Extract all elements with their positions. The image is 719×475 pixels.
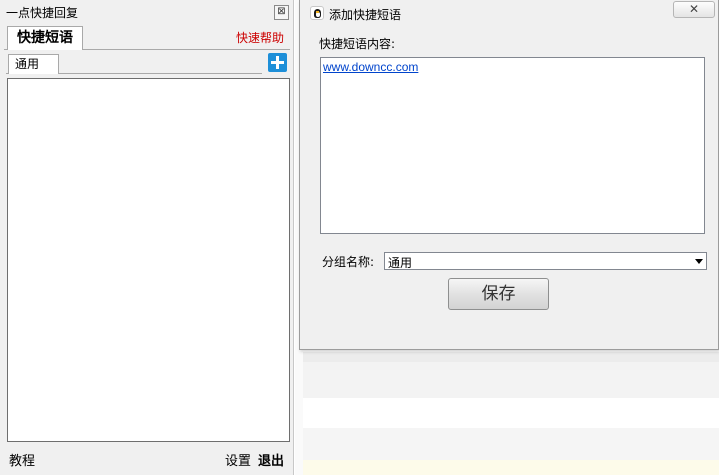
chevron-down-icon (695, 259, 703, 264)
add-phrase-dialog: 添加快捷短语 ✕ 快捷短语内容: www.downcc.com 分组名称: 通用… (299, 0, 719, 350)
tab-quick-phrases[interactable]: 快捷短语 (7, 26, 83, 50)
settings-link[interactable]: 设置 (225, 450, 251, 469)
tab-general-group[interactable]: 通用 (8, 54, 59, 74)
quick-reply-window: 一点快捷回复 ⊠ 快捷短语 快速帮助 通用 教程 设置 退出 (0, 0, 294, 475)
background-stripe (303, 398, 719, 428)
content-label: 快捷短语内容: (319, 37, 396, 51)
group-name-label: 分组名称: (322, 255, 375, 269)
background-stripe (303, 352, 719, 362)
dialog-close-button[interactable]: ✕ (673, 1, 715, 18)
phrase-content-textarea[interactable]: www.downcc.com (320, 57, 705, 234)
penguin-icon (310, 6, 324, 20)
phrase-content-text[interactable]: www.downcc.com (323, 60, 418, 74)
window-title: 一点快捷回复 (6, 6, 79, 20)
exit-link[interactable]: 退出 (258, 450, 284, 469)
phrase-list[interactable] (7, 78, 290, 442)
quick-help-link[interactable]: 快速帮助 (236, 29, 284, 46)
group-name-select[interactable]: 通用 (384, 252, 707, 270)
add-group-icon[interactable] (268, 53, 287, 72)
group-select-value: 通用 (388, 256, 413, 270)
close-button[interactable]: ⊠ (274, 5, 289, 20)
background-stripe (303, 428, 719, 460)
dialog-title: 添加快捷短语 (329, 8, 402, 22)
save-button[interactable]: 保存 (448, 278, 549, 310)
background-stripe (303, 460, 719, 475)
tutorial-link[interactable]: 教程 (9, 450, 35, 469)
background-stripe (303, 362, 719, 398)
